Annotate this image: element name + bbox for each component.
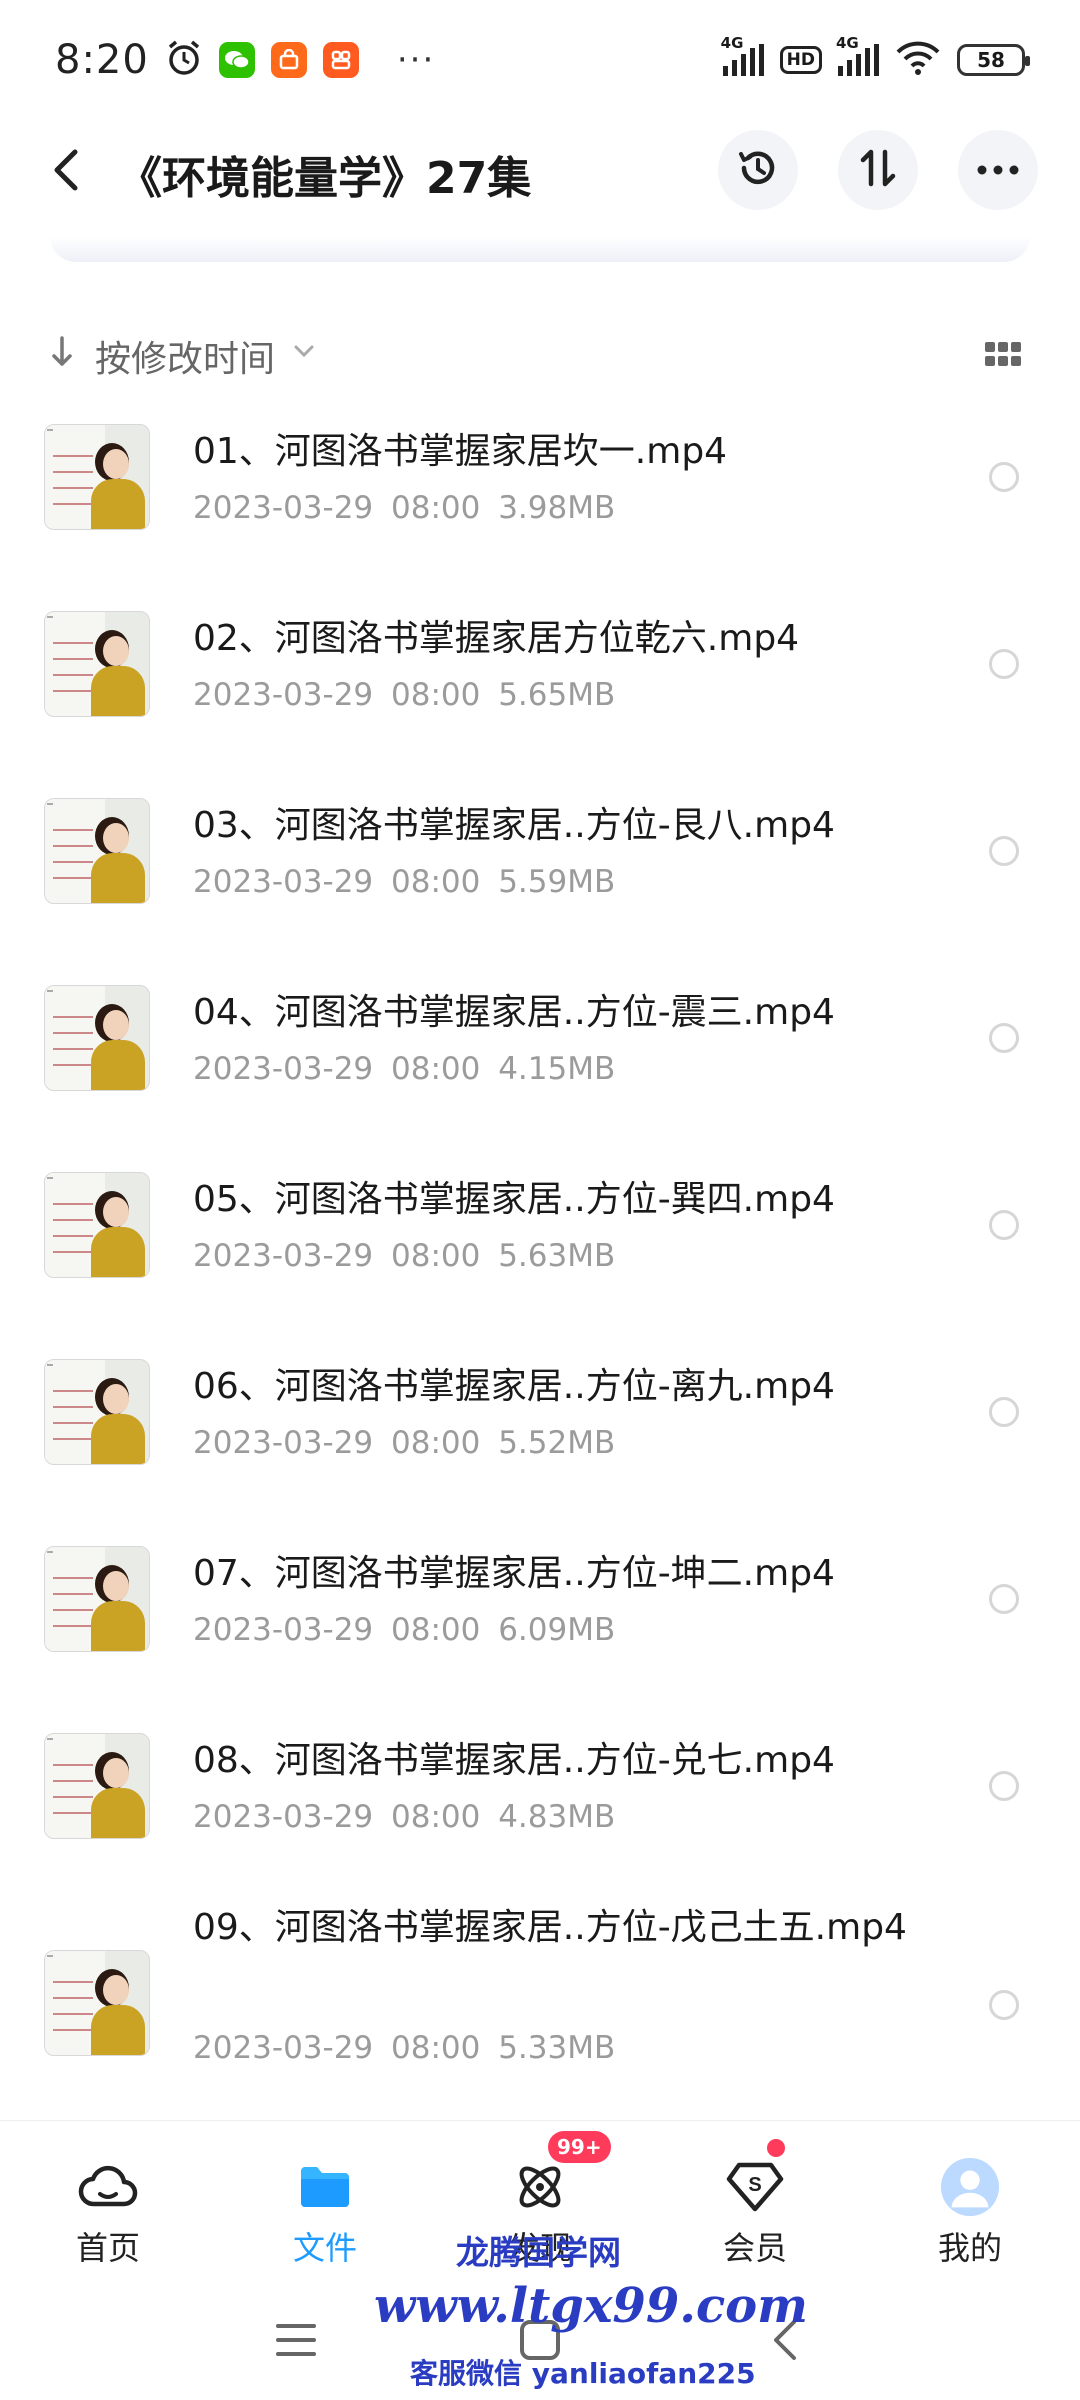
file-meta: 2023-03-29 08:00 5.59MB xyxy=(193,864,616,900)
sort-direction-icon[interactable] xyxy=(50,334,74,378)
wechat-icon xyxy=(218,42,255,78)
chevron-down-icon[interactable] xyxy=(293,336,315,364)
more-icon xyxy=(976,161,1020,180)
more-button[interactable] xyxy=(958,130,1038,210)
file-name: 06、河图洛书掌握家居..方位-离九.mp4 xyxy=(193,1366,835,1407)
wifi-icon xyxy=(895,40,941,80)
nav-label-me: 我的 xyxy=(937,2229,1002,2267)
nav-home[interactable]: 首页 xyxy=(28,2121,188,2281)
app-icon xyxy=(322,42,359,78)
hd-icon: HD xyxy=(779,46,822,74)
cloud-home-icon xyxy=(78,2157,138,2217)
status-time: 8:20 xyxy=(55,37,149,83)
sort-icon xyxy=(856,146,900,194)
watermark-site-name: 龙腾国学网 xyxy=(456,2233,621,2272)
select-checkbox[interactable] xyxy=(989,462,1019,492)
video-thumbnail xyxy=(44,1359,150,1465)
nav-vip[interactable]: S 会员 xyxy=(675,2121,835,2281)
file-name: 04、河图洛书掌握家居..方位-震三.mp4 xyxy=(193,992,835,1033)
file-meta: 2023-03-29 08:00 4.15MB xyxy=(193,1051,616,1087)
grid-view-icon[interactable] xyxy=(985,342,1021,366)
atom-icon xyxy=(510,2157,570,2217)
video-thumbnail xyxy=(44,1172,150,1278)
file-name: 07、河图洛书掌握家居..方位-坤二.mp4 xyxy=(193,1553,835,1594)
file-meta: 2023-03-29 08:00 3.98MB xyxy=(193,490,616,526)
watermark-contact: 客服微信 yanliaofan225 xyxy=(410,2357,756,2390)
status-bar: 8:20 ··· 4G HD 4G 58 xyxy=(0,0,1080,120)
file-name: 01、河图洛书掌握家居坎一.mp4 xyxy=(193,431,728,472)
new-dot-badge xyxy=(767,2139,785,2157)
video-thumbnail xyxy=(44,611,150,717)
video-thumbnail xyxy=(44,1733,150,1839)
file-meta: 2023-03-29 08:00 6.09MB xyxy=(193,1612,616,1648)
file-meta: 2023-03-29 08:00 5.33MB xyxy=(193,2030,616,2066)
nav-files[interactable]: 文件 xyxy=(245,2121,405,2281)
avatar xyxy=(940,2157,1000,2217)
select-checkbox[interactable] xyxy=(989,836,1019,866)
nav-label-home: 首页 xyxy=(75,2229,140,2267)
select-checkbox[interactable] xyxy=(989,1023,1019,1053)
file-meta: 2023-03-29 08:00 4.83MB xyxy=(193,1799,616,1835)
video-thumbnail xyxy=(44,424,150,530)
shopping-icon xyxy=(270,42,307,78)
select-checkbox[interactable] xyxy=(989,649,1019,679)
svg-text:S: S xyxy=(748,2174,761,2196)
select-checkbox[interactable] xyxy=(989,1210,1019,1240)
sort-row: 按修改时间 xyxy=(0,320,1080,380)
page-title: 《环境能量学》27集 xyxy=(118,153,532,204)
select-checkbox[interactable] xyxy=(989,1771,1019,1801)
file-name: 02、河图洛书掌握家居方位乾六.mp4 xyxy=(193,618,800,659)
collapsed-search-bar[interactable] xyxy=(50,236,1030,262)
video-thumbnail xyxy=(44,1546,150,1652)
signal-icon: 4G xyxy=(721,34,764,76)
header: 《环境能量学》27集 xyxy=(0,120,1080,220)
history-icon xyxy=(734,144,782,196)
nav-label-vip: 会员 xyxy=(722,2229,787,2267)
back-icon[interactable] xyxy=(46,142,86,198)
signal-icon: 4G xyxy=(836,34,879,76)
more-notifications-icon: ··· xyxy=(396,40,436,80)
file-name: 09、河图洛书掌握家居..方位-戊己土五.mp4 xyxy=(193,1907,907,1948)
vip-diamond-icon: S xyxy=(725,2157,785,2217)
folder-icon xyxy=(295,2157,355,2217)
file-meta: 2023-03-29 08:00 5.52MB xyxy=(193,1425,616,1461)
nav-me[interactable]: 我的 xyxy=(890,2121,1050,2281)
file-meta: 2023-03-29 08:00 5.65MB xyxy=(193,677,616,713)
sort-label[interactable]: 按修改时间 xyxy=(95,330,275,382)
select-checkbox[interactable] xyxy=(989,1397,1019,1427)
nav-label-files: 文件 xyxy=(292,2229,357,2267)
select-checkbox[interactable] xyxy=(989,1990,1019,2020)
select-checkbox[interactable] xyxy=(989,1584,1019,1614)
file-name: 05、河图洛书掌握家居..方位-巽四.mp4 xyxy=(193,1179,835,1220)
sort-button[interactable] xyxy=(838,130,918,210)
file-name: 08、河图洛书掌握家居..方位-兑七.mp4 xyxy=(193,1740,835,1781)
video-thumbnail xyxy=(44,985,150,1091)
battery-icon: 58 xyxy=(957,44,1030,76)
file-meta: 2023-03-29 08:00 5.63MB xyxy=(193,1238,616,1274)
video-thumbnail xyxy=(44,1950,150,2056)
file-name: 03、河图洛书掌握家居..方位-艮八.mp4 xyxy=(193,805,835,846)
video-thumbnail xyxy=(44,798,150,904)
alarm-icon xyxy=(165,39,203,81)
recent-apps-icon[interactable] xyxy=(276,2324,316,2356)
watermark-url: www.ltgx99.com xyxy=(374,2278,808,2334)
notification-badge: 99+ xyxy=(548,2131,611,2163)
history-button[interactable] xyxy=(718,130,798,210)
